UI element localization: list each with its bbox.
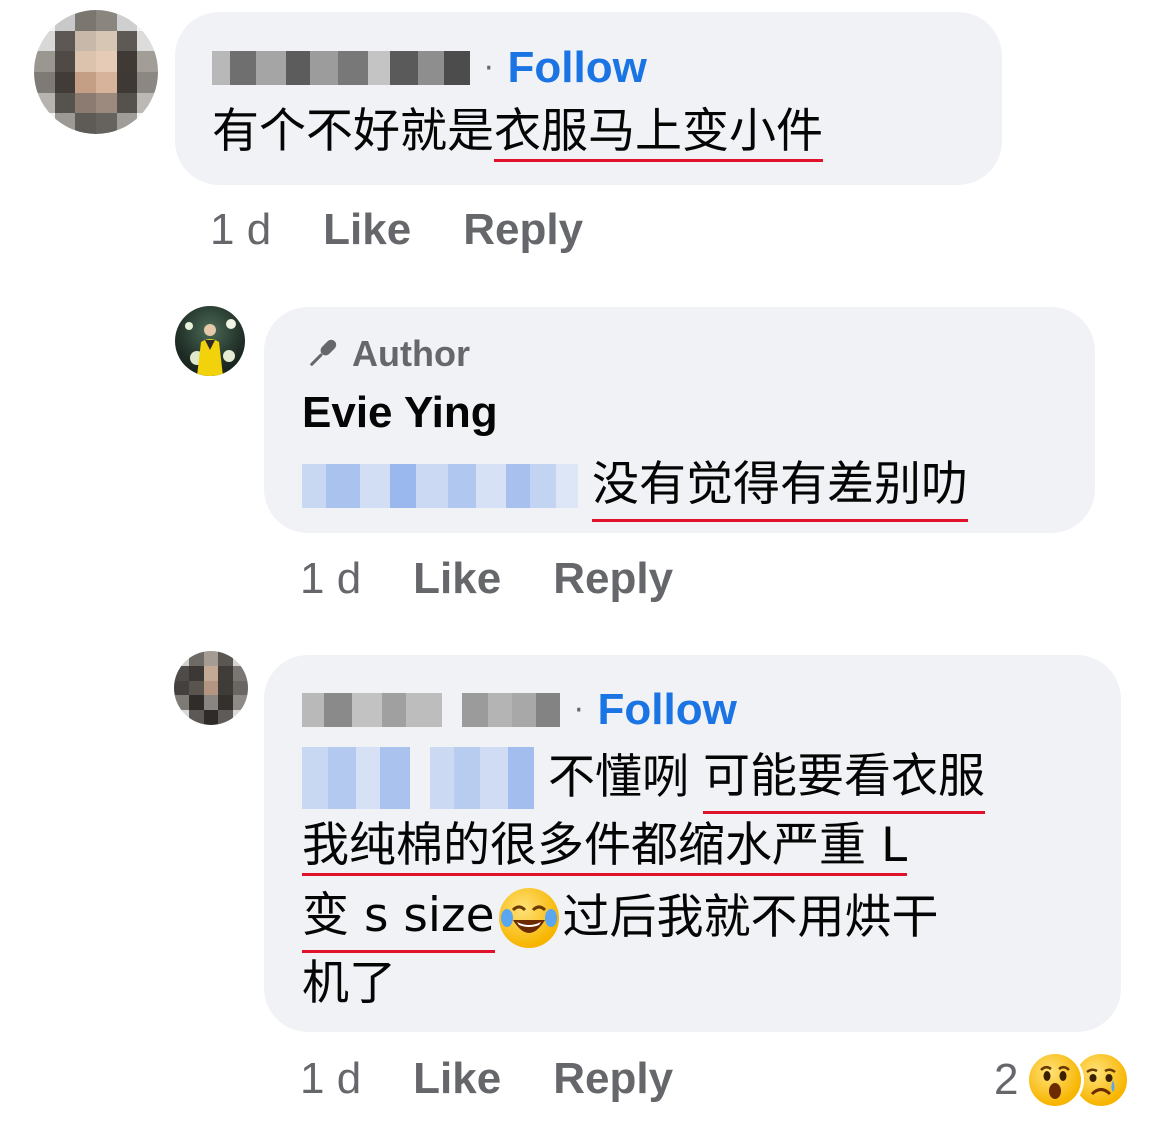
commenter-avatar[interactable] bbox=[34, 10, 158, 134]
separator-dot: · bbox=[484, 50, 494, 86]
author-avatar[interactable] bbox=[175, 306, 245, 376]
follow-button[interactable]: Follow bbox=[598, 685, 737, 735]
comment-text: 有个不好就是衣服马上变小件 bbox=[212, 98, 823, 166]
blurred-author-name[interactable] bbox=[212, 51, 470, 85]
comment-text: 没有觉得有差别叻 bbox=[592, 451, 968, 522]
follow-button[interactable]: Follow bbox=[508, 43, 647, 93]
comment-header: · Follow bbox=[212, 38, 647, 98]
commenter-avatar[interactable] bbox=[174, 651, 248, 725]
comment-text-line-4: 机了 bbox=[302, 956, 396, 1011]
comment-text-line-2: 我纯棉的很多件都缩水严重 L bbox=[302, 812, 908, 880]
comment-timestamp[interactable]: 1 d bbox=[300, 554, 361, 604]
comment-actions: 1 d Like Reply bbox=[210, 205, 583, 255]
comment-text-line-3: 变 s size 过后我就不用烘干 bbox=[302, 882, 939, 953]
microphone-icon bbox=[310, 339, 337, 366]
like-button[interactable]: Like bbox=[413, 554, 501, 604]
comment-timestamp[interactable]: 1 d bbox=[300, 1054, 361, 1104]
reply-button[interactable]: Reply bbox=[553, 1054, 673, 1104]
blurred-mention[interactable] bbox=[302, 464, 578, 508]
like-button[interactable]: Like bbox=[413, 1054, 501, 1104]
comment-timestamp[interactable]: 1 d bbox=[210, 205, 271, 255]
separator-dot: · bbox=[574, 692, 584, 728]
reaction-count: 2 bbox=[994, 1055, 1019, 1104]
tears-of-joy-emoji bbox=[498, 887, 559, 948]
comment-header: · Follow bbox=[302, 680, 737, 740]
comment-actions: 1 d Like Reply bbox=[300, 554, 673, 604]
like-button[interactable]: Like bbox=[323, 205, 411, 255]
blurred-author-name[interactable] bbox=[302, 693, 560, 727]
comment-text-underlined: 衣服马上变小件 bbox=[494, 104, 823, 162]
wow-reaction-icon bbox=[1026, 1051, 1085, 1109]
reply-button[interactable]: Reply bbox=[553, 554, 673, 604]
reply-button[interactable]: Reply bbox=[463, 205, 583, 255]
blurred-mention[interactable] bbox=[302, 747, 534, 809]
comment-actions: 1 d Like Reply bbox=[300, 1054, 673, 1104]
reaction-summary[interactable]: 2 bbox=[994, 1050, 1131, 1110]
comment-text-underlined: 变 s size bbox=[302, 882, 495, 953]
comment-author-name[interactable]: Evie Ying bbox=[302, 388, 498, 438]
author-avatar-photo bbox=[185, 319, 236, 376]
comment-text-row: 没有觉得有差别叻 bbox=[302, 451, 968, 522]
comment-text-plain: 不懂咧 bbox=[548, 750, 689, 805]
comment-text-underlined: 我纯棉的很多件都缩水严重 L bbox=[302, 818, 908, 876]
author-badge: Author bbox=[302, 332, 470, 376]
author-badge-label: Author bbox=[352, 333, 470, 374]
comment-text-plain: 过后我就不用烘干 bbox=[562, 889, 939, 945]
comment-text-underlined: 可能要看衣服 bbox=[703, 743, 985, 814]
comment-text-plain: 有个不好就是 bbox=[212, 104, 494, 159]
comment-text-line-1: 不懂咧 可能要看衣服 bbox=[302, 743, 985, 814]
